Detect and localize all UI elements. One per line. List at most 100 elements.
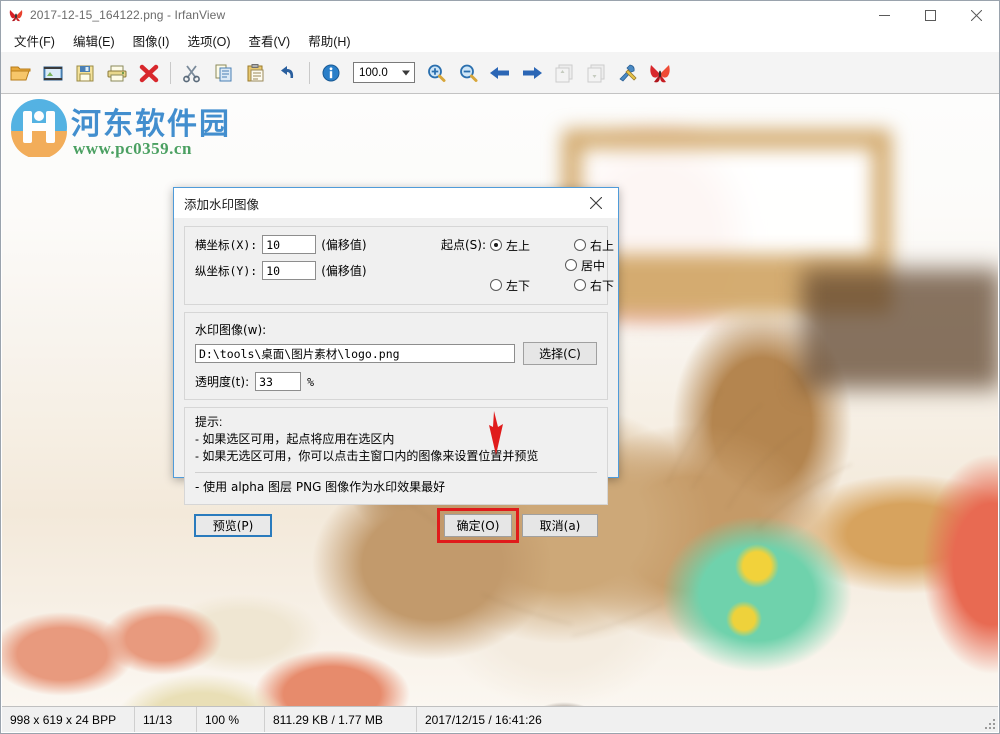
info-icon[interactable] xyxy=(316,58,346,88)
dialog-body: 横坐标(X): (偏移值) 纵坐标(Y): (偏移值) 起点(S): xyxy=(174,218,618,543)
dialog-button-row: 预览(P) 确定(O) 取消(a) xyxy=(184,508,608,543)
next-icon[interactable] xyxy=(517,58,547,88)
radio-bottom-right-label: 右下 xyxy=(590,278,615,293)
download-icon[interactable] xyxy=(581,58,611,88)
copy-icon[interactable] xyxy=(209,58,239,88)
preview-button[interactable]: 预览(P) xyxy=(194,514,272,537)
radio-bottom-left-label: 左下 xyxy=(506,278,531,293)
zoom-level-combo[interactable]: 100.0 xyxy=(353,62,415,83)
menu-help[interactable]: 帮助(H) xyxy=(299,28,359,54)
dialog-title-bar: 添加水印图像 xyxy=(174,188,618,218)
menu-edit[interactable]: 编辑(E) xyxy=(64,28,124,54)
window-controls xyxy=(861,1,999,29)
previous-icon[interactable] xyxy=(485,58,515,88)
origin-radio-group: 左上 右上 居中 左下 右下 xyxy=(490,235,658,295)
print-icon[interactable] xyxy=(102,58,132,88)
toolbar-separator xyxy=(170,61,171,84)
hint-line-1: - 如果选区可用，起点将应用在选区内 xyxy=(195,432,395,446)
radio-dot-icon xyxy=(490,279,503,291)
opacity-label: 透明度(t): xyxy=(195,375,250,389)
status-dimensions: 998 x 619 x 24 BPP xyxy=(2,707,135,732)
add-watermark-dialog: 添加水印图像 横坐标(X): (偏移值) 纵坐标(Y): xyxy=(173,187,619,543)
menu-file[interactable]: 文件(F) xyxy=(5,28,64,54)
opacity-row: 透明度(t): % xyxy=(195,372,597,391)
status-index: 11/13 xyxy=(135,707,197,732)
watermark-image-group: 水印图像(w): 选择(C) 透明度(t): % xyxy=(184,312,608,400)
opacity-input[interactable] xyxy=(255,372,302,391)
menu-options[interactable]: 选项(O) xyxy=(178,28,239,54)
irfanview-window: 2017-12-15_164122.png - IrfanView 文件(F) … xyxy=(0,0,1000,734)
opacity-unit: % xyxy=(307,374,315,389)
chevron-down-icon xyxy=(402,70,410,75)
maximize-button[interactable] xyxy=(907,1,953,29)
hints-group: 提示: - 如果选区可用，起点将应用在选区内 - 如果无选区可用，你可以点击主窗… xyxy=(184,407,608,505)
thumbnails-icon[interactable] xyxy=(38,58,68,88)
delete-icon[interactable] xyxy=(134,58,164,88)
x-coordinate-suffix: (偏移值) xyxy=(321,238,367,252)
open-folder-icon[interactable] xyxy=(6,58,36,88)
y-coordinate-input[interactable] xyxy=(262,261,317,280)
radio-top-right[interactable]: 右上 xyxy=(574,237,658,254)
x-coordinate-row: 横坐标(X): (偏移值) xyxy=(195,235,435,254)
watermark-image-label: 水印图像(w): xyxy=(195,323,267,337)
hint-divider xyxy=(195,472,597,473)
radio-dot-icon xyxy=(565,259,578,271)
toolbar-separator xyxy=(309,61,310,84)
butterfly-icon xyxy=(8,7,24,23)
status-size: 811.29 KB / 1.77 MB xyxy=(265,707,417,732)
zoom-in-icon[interactable] xyxy=(421,58,451,88)
hint-line-2: - 如果无选区可用，你可以点击主窗口内的图像来设置位置并预览 xyxy=(195,449,539,463)
origin-label: 起点(S): xyxy=(441,238,487,252)
undo-icon[interactable] xyxy=(273,58,303,88)
radio-top-left[interactable]: 左上 xyxy=(490,237,574,254)
ok-button[interactable]: 确定(O) xyxy=(444,514,512,537)
dialog-close-button[interactable] xyxy=(574,188,618,218)
y-coordinate-label: 纵坐标(Y): xyxy=(195,263,258,278)
dialog-title: 添加水印图像 xyxy=(184,197,260,212)
photo-background-shadow xyxy=(802,269,998,389)
cut-icon[interactable] xyxy=(177,58,207,88)
upload-icon[interactable] xyxy=(549,58,579,88)
radio-center[interactable]: 居中 xyxy=(565,257,605,274)
butterfly-icon[interactable] xyxy=(645,58,675,88)
close-button[interactable] xyxy=(953,1,999,29)
ok-button-wrapper: 确定(O) xyxy=(437,508,519,543)
hints-title: 提示: xyxy=(195,415,223,429)
paste-icon[interactable] xyxy=(241,58,271,88)
radio-bottom-left[interactable]: 左下 xyxy=(490,277,574,294)
status-datetime: 2017/12/15 / 16:41:26 xyxy=(425,712,542,727)
y-coordinate-suffix: (偏移值) xyxy=(321,264,367,278)
watermark-path-input[interactable] xyxy=(195,344,515,363)
window-title: 2017-12-15_164122.png - IrfanView xyxy=(30,8,226,22)
browse-button[interactable]: 选择(C) xyxy=(523,342,597,365)
zoom-level-value: 100.0 xyxy=(359,66,388,79)
status-bar: 998 x 619 x 24 BPP 11/13 100 % 811.29 KB… xyxy=(2,706,998,732)
radio-dot-icon xyxy=(490,239,503,251)
tools-icon[interactable] xyxy=(613,58,643,88)
title-bar: 2017-12-15_164122.png - IrfanView xyxy=(1,1,999,29)
menu-bar: 文件(F) 编辑(E) 图像(I) 选项(O) 查看(V) 帮助(H) xyxy=(1,29,999,52)
menu-image[interactable]: 图像(I) xyxy=(124,28,179,54)
toolbar: 100.0 xyxy=(1,52,999,94)
zoom-out-icon[interactable] xyxy=(453,58,483,88)
position-group: 横坐标(X): (偏移值) 纵坐标(Y): (偏移值) 起点(S): xyxy=(184,226,614,305)
coordinate-fields: 横坐标(X): (偏移值) 纵坐标(Y): (偏移值) xyxy=(195,235,435,295)
hint-line-3: - 使用 alpha 图层 PNG 图像作为水印效果最好 xyxy=(195,480,446,494)
radio-center-label: 居中 xyxy=(581,258,606,273)
radio-top-left-label: 左上 xyxy=(506,238,531,253)
status-zoom: 100 % xyxy=(197,707,265,732)
resize-grip-icon[interactable] xyxy=(984,718,996,730)
radio-dot-icon xyxy=(574,239,587,251)
radio-top-right-label: 右上 xyxy=(590,238,615,253)
y-coordinate-row: 纵坐标(Y): (偏移值) xyxy=(195,261,435,280)
save-icon[interactable] xyxy=(70,58,100,88)
radio-dot-icon xyxy=(574,279,587,291)
menu-view[interactable]: 查看(V) xyxy=(240,28,300,54)
x-coordinate-label: 横坐标(X): xyxy=(195,237,258,252)
origin-section: 起点(S): 左上 右上 居中 左下 右下 xyxy=(435,235,658,295)
minimize-button[interactable] xyxy=(861,1,907,29)
x-coordinate-input[interactable] xyxy=(262,235,317,254)
watermark-path-row: 选择(C) xyxy=(195,342,597,365)
cancel-button[interactable]: 取消(a) xyxy=(522,514,598,537)
radio-bottom-right[interactable]: 右下 xyxy=(574,277,658,294)
